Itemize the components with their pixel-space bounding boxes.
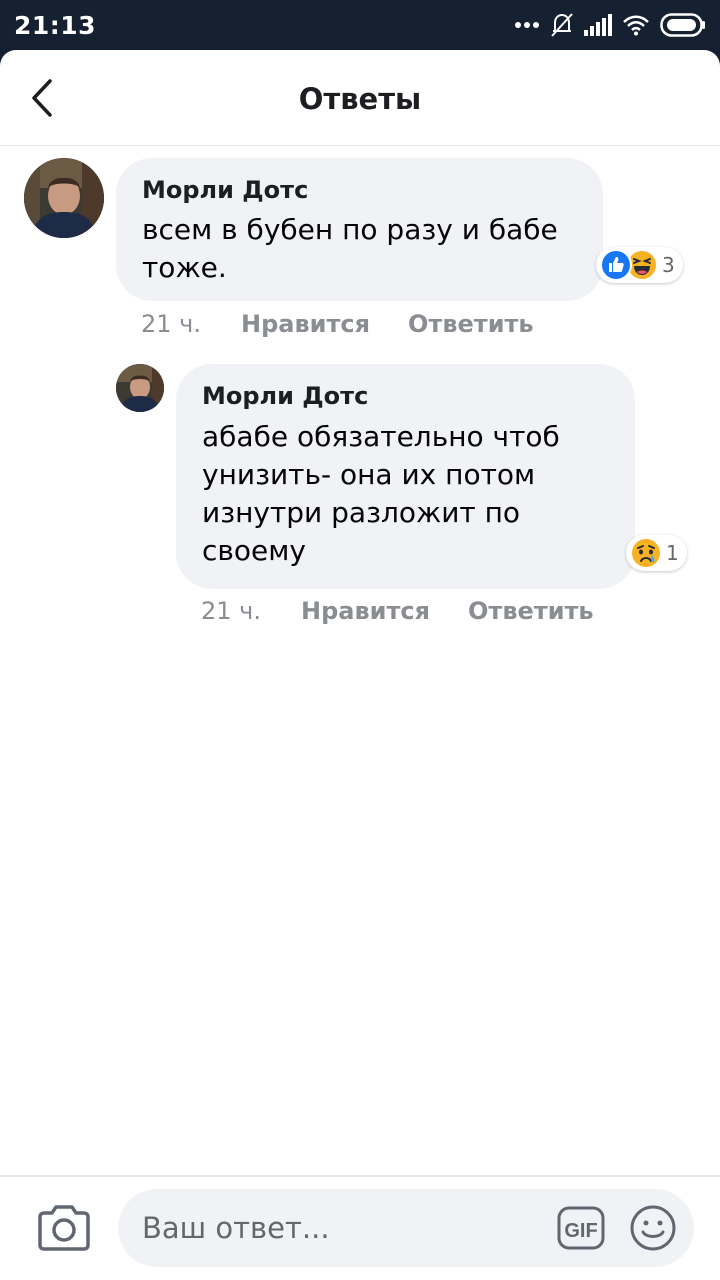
bell-off-icon	[551, 13, 573, 37]
reply-link[interactable]: Ответить	[408, 310, 534, 338]
comment-time: 21 ч.	[141, 310, 201, 338]
smiley-icon	[630, 1205, 676, 1251]
replies-sheet: Ответы Морли Дотс всем в бубен по разу и…	[0, 50, 720, 1280]
camera-button[interactable]	[36, 1203, 92, 1253]
compose-bar: Ваш ответ... GIF	[0, 1175, 720, 1280]
gif-button[interactable]: GIF	[556, 1203, 606, 1253]
reactions-summary[interactable]: 1	[626, 535, 687, 571]
header: Ответы	[0, 50, 720, 146]
reactions-summary[interactable]: 3	[596, 247, 683, 283]
battery-icon	[660, 13, 705, 37]
sad-icon	[630, 537, 662, 569]
reaction-count: 1	[666, 541, 679, 565]
like-link[interactable]: Нравится	[241, 310, 408, 338]
svg-text:GIF: GIF	[564, 1220, 597, 1242]
comment-bubble[interactable]: Морли Дотс абабе обязательно чтоб унизит…	[176, 364, 635, 589]
comment-author[interactable]: Морли Дотс	[202, 382, 368, 410]
comment-author[interactable]: Морли Дотс	[142, 176, 308, 204]
reaction-count: 3	[662, 253, 675, 277]
comment-bubble[interactable]: Морли Дотс всем в бубен по разу и бабе т…	[116, 158, 603, 301]
camera-icon	[38, 1205, 90, 1251]
reply-link[interactable]: Ответить	[468, 597, 594, 625]
comment-actions: 21 ч. Нравится Ответить	[141, 310, 534, 338]
status-bar: 21:13	[0, 0, 720, 50]
emoji-button[interactable]	[628, 1203, 678, 1253]
comment-text: всем в бубен по разу и бабе тоже.	[142, 213, 558, 284]
comment-time: 21 ч.	[201, 597, 261, 625]
avatar[interactable]	[24, 158, 104, 238]
gif-icon: GIF	[557, 1206, 605, 1250]
avatar[interactable]	[116, 364, 164, 412]
page-title: Ответы	[298, 82, 422, 116]
reply-placeholder: Ваш ответ...	[142, 1211, 330, 1245]
comment-text: абабе обязательно чтоб унизить- она их п…	[202, 420, 560, 567]
comment-actions: 21 ч. Нравится Ответить	[201, 597, 594, 625]
status-icons	[514, 10, 706, 40]
status-time: 21:13	[14, 11, 97, 40]
like-icon	[600, 249, 632, 281]
more-dots-icon	[515, 22, 539, 28]
wifi-icon	[623, 15, 649, 36]
reply-input[interactable]: Ваш ответ... GIF	[118, 1189, 694, 1267]
like-link[interactable]: Нравится	[301, 597, 468, 625]
signal-icon	[584, 14, 612, 36]
